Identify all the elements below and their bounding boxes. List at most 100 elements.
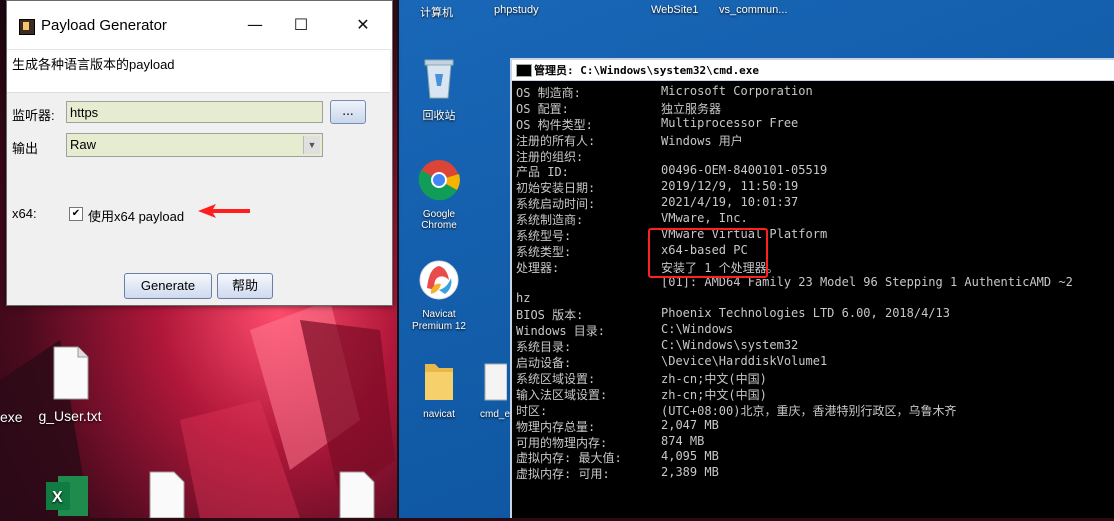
desktop-icon-g-user-txt[interactable]: g_User.txt [30, 345, 110, 424]
cmd-line-value: Microsoft Corporation [661, 84, 813, 98]
title-bar[interactable]: Payload Generator — ☐ ✕ [7, 1, 392, 49]
file-icon [484, 363, 508, 401]
cmd-output-line: 系统类型: x64-based PC [516, 243, 1114, 259]
navicat-premium-label: Navicat Premium 12 [412, 309, 466, 332]
output-select[interactable]: Raw ▼ [66, 133, 323, 157]
svg-text:X: X [52, 489, 63, 506]
navicat-folder-label: navicat [423, 409, 455, 420]
desktop-icon-chrome[interactable]: Google Chrome [410, 158, 468, 231]
cmd-line-key: 系统区域设置: [516, 372, 596, 387]
x64-label: x64: [12, 206, 37, 221]
description-panel: 生成各种语言版本的payload [7, 49, 390, 93]
excel-icon: X [46, 476, 88, 516]
desktop-icon-cmd-e[interactable]: cmd_e [478, 362, 512, 420]
desktop-icon-recycle-bin[interactable]: 回收站 [410, 56, 468, 123]
desktop-label-website1[interactable]: WebSite1 [651, 4, 699, 16]
cmd-line-key: Windows 目录: [516, 324, 606, 339]
cmd-line-value: Multiprocessor Free [661, 115, 799, 130]
listener-browse-button[interactable]: ... [330, 100, 366, 124]
cmd-line-key: 虚拟内存: 可用: [516, 467, 610, 482]
desktop-icon-navicat-premium[interactable]: Navicat Premium 12 [406, 258, 472, 333]
cmd-line-value: Windows 用户 [661, 133, 743, 148]
listener-label: 监听器: [12, 108, 55, 123]
cmd-output-line: 时区: (UTC+08:00)北京，重庆，香港特别行政区，乌鲁木齐 [516, 402, 1114, 418]
desktop-label-vs-community[interactable]: vs_commun... [719, 4, 787, 16]
chrome-label: Google Chrome [421, 209, 457, 231]
cmd-line-value: Phoenix Technologies LTD 6.00, 2018/4/13 [661, 306, 950, 321]
cmd-line-value: \Device\HarddiskVolume1 [661, 354, 828, 369]
desktop-icon-exe[interactable]: exe [0, 345, 23, 425]
desktop-icon-excel[interactable]: X [44, 470, 92, 521]
cmd-e-label: cmd_e [479, 409, 510, 420]
output-select-value: Raw [70, 137, 97, 152]
cmd-output-line: OS 配置: 独立服务器 [516, 100, 1114, 116]
cmd-output-line: hz [516, 291, 1114, 307]
cmd-output-line: 系统区域设置: zh-cn;中文(中国) [516, 370, 1114, 386]
text-file-icon [53, 346, 89, 400]
cmd-line-key: 输入法区域设置: [516, 387, 608, 402]
cmd-output-line: 虚拟内存: 可用: 2,389 MB [516, 465, 1114, 481]
cmd-line-key: 时区: [516, 403, 548, 418]
navicat-icon [419, 260, 459, 300]
payload-generator-window: Payload Generator — ☐ ✕ 生成各种语言版本的payload… [6, 0, 393, 306]
g-user-txt-label: g_User.txt [38, 408, 102, 424]
desktop-icon-file-3[interactable] [334, 470, 378, 521]
cmd-output-line: [01]: AMD64 Family 23 Model 96 Stepping … [516, 275, 1114, 291]
cmd-line-value: 2021/4/19, 10:01:37 [661, 195, 799, 210]
x64-checkbox[interactable]: ✔ [69, 207, 83, 221]
exe-label: exe [0, 409, 23, 425]
recycle-bin-label: 回收站 [422, 110, 456, 122]
annotation-arrow-icon [198, 204, 250, 218]
listener-field[interactable]: https [66, 101, 323, 123]
cmd-line-key: 系统型号: [516, 229, 572, 244]
cmd-output-line: OS 构件类型: Multiprocessor Free [516, 116, 1114, 132]
cmd-line-key: 产品 ID: [516, 165, 569, 180]
cmd-line-key: 系统启动时间: [516, 197, 596, 212]
desktop-label-phpstudy[interactable]: phpstudy [494, 4, 539, 16]
cmd-output-line: OS 制造商: Microsoft Corporation [516, 84, 1114, 100]
minimize-button[interactable]: — [232, 9, 278, 41]
cmd-line-value: zh-cn;中文(中国) [661, 387, 767, 402]
cmd-output-line: 处理器: 安装了 1 个处理器。 [516, 259, 1114, 275]
chevron-down-icon: ▼ [303, 136, 320, 154]
cmd-line-value: VMware, Inc. [661, 211, 748, 226]
cmd-line-key: 初始安装日期: [516, 181, 596, 196]
cmd-line-key: OS 制造商: [516, 86, 581, 100]
cmd-output-line: 系统启动时间: 2021/4/19, 10:01:37 [516, 195, 1114, 211]
cmd-window-title: 管理员: C:\Windows\system32\cmd.exe [534, 64, 760, 77]
cmd-output-line: 系统制造商: VMware, Inc. [516, 211, 1114, 227]
cmd-line-value: zh-cn;中文(中国) [661, 372, 767, 387]
cmd-output-line: 启动设备: \Device\HarddiskVolume1 [516, 354, 1114, 370]
cmd-line-value: 独立服务器 [661, 101, 722, 116]
cmd-line-key: 可用的物理内存: [516, 435, 608, 450]
cmd-output-line: 系统目录: C:\Windows\system32 [516, 338, 1114, 354]
cmd-output-line: 初始安装日期: 2019/12/9, 11:50:19 [516, 179, 1114, 195]
x64-checkbox-label[interactable]: 使用x64 payload [88, 206, 184, 225]
cmd-line-value: 00496-OEM-8400101-05519 [661, 163, 828, 178]
chrome-icon [418, 160, 460, 201]
cmd-line-key: 启动设备: [516, 356, 572, 371]
cmd-output[interactable]: OS 制造商: Microsoft Corporation OS 配置: 独立服务器 O… [516, 84, 1114, 518]
window-title: Payload Generator [41, 17, 167, 34]
maximize-button[interactable]: ☐ [278, 9, 324, 41]
cmd-title-bar[interactable]: 管理员: C:\Windows\system32\cmd.exe [512, 60, 1114, 81]
app-icon [19, 19, 35, 35]
cmd-output-line: 系统型号: VMware Virtual Platform [516, 227, 1114, 243]
desktop-label-computer[interactable]: 计算机 [420, 4, 453, 20]
cmd-output-line: 注册的组织: [516, 148, 1114, 164]
cmd-line-value: 2,047 MB [661, 417, 719, 432]
cmd-output-line: 可用的物理内存: 874 MB [516, 434, 1114, 450]
generate-button[interactable]: Generate [124, 273, 212, 299]
file-icon [149, 471, 185, 519]
cmd-window: 管理员: C:\Windows\system32\cmd.exe OS 制造商:… [510, 58, 1114, 518]
annotation-highlight-box [648, 228, 768, 278]
close-button[interactable]: ✕ [340, 9, 386, 41]
desktop-icon-file-2[interactable] [144, 470, 188, 521]
desktop-icon-navicat-folder[interactable]: navicat [412, 358, 466, 420]
cmd-line-key: 物理内存总量: [516, 419, 596, 434]
cmd-output-line: 物理内存总量: 2,047 MB [516, 418, 1114, 434]
help-button[interactable]: 帮助 [217, 273, 273, 299]
cmd-line-key: OS 构件类型: [516, 117, 593, 132]
cmd-output-line: 输入法区域设置: zh-cn;中文(中国) [516, 386, 1114, 402]
cmd-line-value: 2019/12/9, 11:50:19 [661, 179, 799, 194]
